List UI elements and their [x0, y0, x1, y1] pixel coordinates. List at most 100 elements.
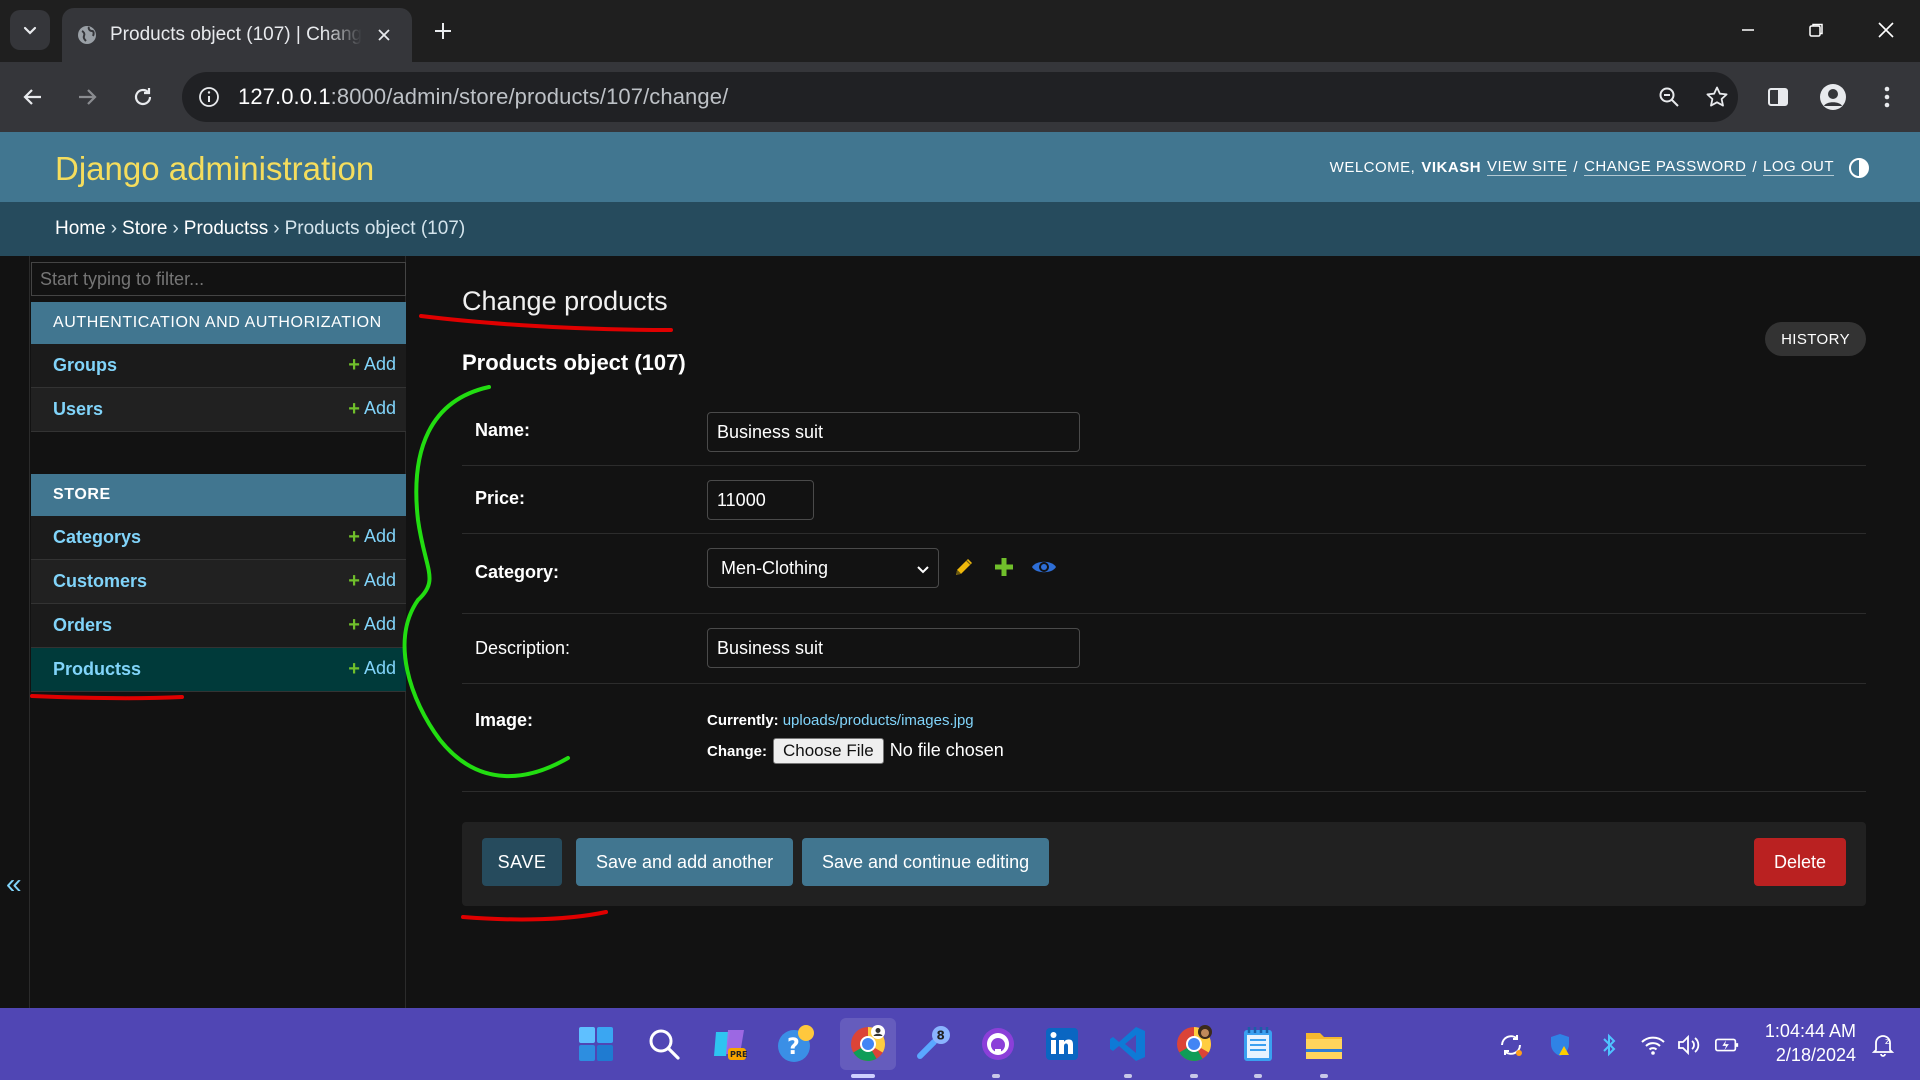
nav-filter-input[interactable]: [31, 262, 406, 296]
sidebar-item-label[interactable]: Categorys: [53, 527, 141, 548]
change-password-link[interactable]: CHANGE PASSWORD: [1584, 158, 1747, 176]
view-related-button[interactable]: [1029, 552, 1059, 582]
browser-menu-button[interactable]: [1868, 78, 1906, 116]
choose-file-button[interactable]: Choose File: [773, 738, 884, 764]
sidebar-item-users[interactable]: Users + Add: [31, 388, 406, 432]
save-and-continue-button[interactable]: Save and continue editing: [802, 838, 1050, 886]
collapse-sidebar-button[interactable]: «: [6, 868, 22, 900]
save-and-add-another-button[interactable]: Save and add another: [576, 838, 794, 886]
name-field[interactable]: [707, 412, 1080, 452]
delete-button[interactable]: Delete: [1753, 838, 1846, 886]
add-groups-link[interactable]: + Add: [348, 354, 396, 375]
description-field[interactable]: [707, 628, 1080, 668]
file-explorer-button[interactable]: [1302, 1022, 1346, 1066]
security-tray-icon[interactable]: [1548, 1032, 1574, 1058]
breadcrumb-store[interactable]: Store: [122, 218, 167, 239]
price-field[interactable]: [707, 480, 814, 520]
sidebar-item-orders[interactable]: Orders + Add: [31, 604, 406, 648]
tab-search-button[interactable]: [10, 10, 50, 50]
new-tab-button[interactable]: [428, 14, 458, 48]
reload-button[interactable]: [124, 78, 162, 116]
vscode-button[interactable]: [1106, 1022, 1150, 1066]
add-customers-link[interactable]: + Add: [348, 570, 396, 591]
add-label: Add: [363, 526, 396, 546]
bluetooth-tray-icon[interactable]: [1596, 1032, 1622, 1058]
chrome-profile-1-button[interactable]: [840, 1018, 896, 1070]
image-currently-link[interactable]: uploads/products/images.jpg: [783, 712, 974, 729]
restore-icon: [1809, 23, 1823, 37]
module-caption-store[interactable]: Store: [31, 474, 406, 516]
site-branding[interactable]: Django administration: [55, 150, 374, 188]
tools-app-button[interactable]: 8: [910, 1022, 954, 1066]
bookmark-button[interactable]: [1698, 78, 1736, 116]
sidebar-item-label[interactable]: Orders: [53, 615, 112, 636]
minimize-button[interactable]: [1718, 8, 1778, 52]
sidebar-item-customers[interactable]: Customers + Add: [31, 560, 406, 604]
zoom-button[interactable]: [1650, 78, 1688, 116]
close-window-button[interactable]: [1856, 8, 1916, 52]
github-icon: [982, 1028, 1014, 1060]
clock-date: 2/18/2024: [1775, 1045, 1856, 1065]
copilot-button[interactable]: PRE: [708, 1022, 752, 1066]
change-related-button[interactable]: [949, 552, 979, 582]
username: VIKASH: [1421, 158, 1482, 176]
forward-button[interactable]: [68, 78, 106, 116]
log-out-link[interactable]: LOG OUT: [1762, 158, 1834, 176]
taskbar-search-button[interactable]: [642, 1022, 686, 1066]
sidebar-item-label[interactable]: Customers: [53, 571, 147, 592]
history-button[interactable]: HISTORY: [1765, 322, 1866, 356]
linkedin-button[interactable]: [1040, 1022, 1084, 1066]
sync-tray-icon[interactable]: [1498, 1032, 1524, 1058]
module-caption-authentication[interactable]: Authentication and Authorization: [31, 302, 406, 344]
wifi-tray-icon[interactable]: [1640, 1032, 1666, 1058]
chrome-profile-2-button[interactable]: [1172, 1022, 1216, 1066]
add-related-button[interactable]: [989, 552, 1019, 582]
url-text: 127.0.0.1:8000/admin/store/products/107/…: [238, 84, 728, 110]
add-categorys-link[interactable]: + Add: [348, 526, 396, 547]
close-icon: [1878, 22, 1894, 38]
tab-close-button[interactable]: [370, 21, 398, 49]
globe-icon: [78, 26, 96, 44]
sidebar-item-productss[interactable]: Productss + Add: [31, 648, 406, 692]
django-header: Django administration WELCOME, VIKASH VI…: [0, 132, 1920, 202]
browser-tab-active[interactable]: Products object (107) | Change products …: [62, 8, 412, 62]
breadcrumb-home[interactable]: Home: [55, 218, 106, 239]
sidebar-item-categorys[interactable]: Categorys + Add: [31, 516, 406, 560]
site-info-button[interactable]: [194, 82, 224, 112]
running-app-indicator: [1124, 1074, 1132, 1078]
zoom-icon: [1659, 87, 1679, 107]
theme-toggle-icon[interactable]: [1848, 157, 1870, 179]
add-productss-link[interactable]: + Add: [348, 658, 396, 679]
svg-text:PRE: PRE: [730, 1050, 748, 1059]
taskbar-clock[interactable]: 1:04:44 AM 2/18/2024: [1765, 1019, 1856, 1067]
address-bar[interactable]: 127.0.0.1:8000/admin/store/products/107/…: [182, 72, 1738, 122]
get-help-button[interactable]: ?: [774, 1022, 818, 1066]
volume-tray-icon[interactable]: [1676, 1032, 1702, 1058]
add-label: Add: [363, 658, 396, 678]
notifications-button[interactable]: z: [1870, 1032, 1896, 1058]
view-site-link[interactable]: VIEW SITE: [1487, 158, 1568, 176]
back-button[interactable]: [14, 78, 52, 116]
breadcrumb-productss[interactable]: Productss: [184, 218, 268, 239]
battery-tray-icon[interactable]: [1714, 1032, 1740, 1058]
page-title: Change products: [462, 286, 668, 316]
side-panel-button[interactable]: [1759, 78, 1797, 116]
sidebar-item-label[interactable]: Groups: [53, 355, 117, 376]
add-users-link[interactable]: + Add: [348, 398, 396, 419]
module-store: Store Categorys + Add Customers + Add Orde…: [31, 474, 406, 692]
sidebar-item-label[interactable]: Users: [53, 399, 103, 420]
restore-button[interactable]: [1786, 8, 1846, 52]
sidebar-item-label[interactable]: Productss: [53, 659, 141, 680]
taskbar: PRE ? 8 1:04:44 AM 2/18/2024 z: [0, 1008, 1920, 1080]
breadcrumb-separator: ›: [110, 218, 118, 239]
github-button[interactable]: [976, 1022, 1020, 1066]
add-orders-link[interactable]: + Add: [348, 614, 396, 635]
browser-toolbar: 127.0.0.1:8000/admin/store/products/107/…: [0, 62, 1920, 132]
profile-button[interactable]: [1814, 78, 1852, 116]
notepad-button[interactable]: [1236, 1022, 1280, 1066]
category-select[interactable]: Men-Clothing: [707, 548, 939, 588]
sidebar-item-groups[interactable]: Groups + Add: [31, 344, 406, 388]
battery-charging-icon: [1715, 1038, 1739, 1052]
start-button[interactable]: [574, 1022, 618, 1066]
save-button[interactable]: SAVE: [482, 838, 562, 886]
